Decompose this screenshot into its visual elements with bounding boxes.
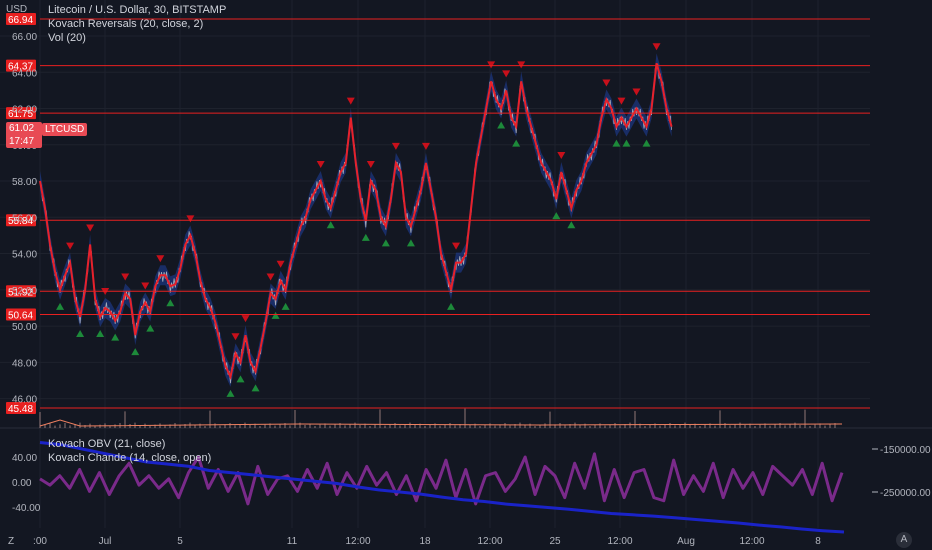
buy-marker: [166, 299, 175, 307]
y-tick-label: 66.00: [12, 32, 37, 43]
sell-marker: [602, 79, 611, 87]
sell-marker: [86, 224, 95, 232]
x-tick-label: 12:00: [345, 536, 370, 547]
sell-marker: [557, 151, 566, 159]
buy-marker: [406, 239, 415, 247]
buy-marker: [552, 212, 561, 220]
y-tick-label: 48.00: [12, 358, 37, 369]
sell-marker: [121, 273, 130, 281]
indicator-kovach-chande[interactable]: Kovach Chande (14, close, open): [48, 451, 211, 465]
symbol-badge: LTCUSD: [42, 123, 88, 136]
lower-left-tick: -40.00: [12, 503, 41, 514]
buy-marker: [612, 139, 621, 147]
chart-canvas[interactable]: 66.9464.3761.7555.8451.9250.6445.48 66.0…: [0, 0, 932, 550]
buy-marker: [622, 139, 631, 147]
sell-marker: [391, 142, 400, 150]
sell-marker: [141, 282, 150, 290]
buy-marker: [236, 375, 245, 383]
sell-marker: [241, 315, 250, 323]
sell-marker: [231, 333, 240, 341]
timezone-label[interactable]: Z: [8, 536, 14, 547]
y-tick-label: 54.00: [12, 250, 37, 261]
x-tick-label: 11: [287, 536, 298, 547]
bar-countdown: 17:47: [9, 136, 35, 147]
buy-marker: [567, 221, 576, 229]
sell-marker: [346, 97, 355, 105]
buy-marker: [271, 311, 280, 319]
buy-marker: [361, 233, 370, 241]
level-label: 66.94: [8, 15, 33, 26]
y-tick-label: 50.00: [12, 322, 37, 333]
lower-right-tick: -250000.00: [880, 488, 931, 499]
sell-marker: [517, 61, 526, 69]
x-tick-label: 5: [177, 536, 183, 547]
x-tick-label: 12:00: [739, 536, 764, 547]
lower-left-tick: 40.00: [12, 453, 37, 464]
chart-title[interactable]: Litecoin / U.S. Dollar, 30, BITSTAMP: [48, 3, 226, 17]
sell-marker: [652, 43, 661, 51]
lower-right-tick: -150000.00: [880, 445, 931, 456]
sell-marker: [452, 242, 461, 250]
price-series: [39, 62, 673, 384]
sell-marker: [617, 97, 626, 105]
y-tick-label: 46.00: [12, 395, 37, 406]
sell-marker: [186, 215, 195, 223]
buy-marker: [96, 330, 105, 338]
buy-marker: [381, 239, 390, 247]
x-tick-label: 12:00: [607, 536, 632, 547]
volume-ma: [39, 419, 843, 427]
indicator-kovach-reversals[interactable]: Kovach Reversals (20, close, 2): [48, 17, 203, 31]
buy-marker: [281, 302, 290, 310]
sell-marker: [502, 70, 511, 78]
indicator-kovach-obv[interactable]: Kovach OBV (21, close): [48, 437, 165, 451]
level-label: 50.64: [8, 310, 33, 321]
buy-marker: [642, 139, 651, 147]
buy-marker: [131, 348, 140, 356]
buy-marker: [56, 302, 65, 310]
sell-marker: [632, 88, 641, 96]
x-tick-label: :00: [33, 536, 47, 547]
y-tick-label: 64.00: [12, 68, 37, 79]
last-price-badge: 61.02 17:47: [6, 122, 42, 148]
sell-marker: [487, 61, 496, 69]
sell-marker: [316, 161, 325, 169]
x-tick-label: Jul: [99, 536, 112, 547]
price-line: [39, 63, 672, 384]
auto-scale-button[interactable]: A: [896, 532, 912, 548]
currency-label: USD: [6, 4, 28, 15]
sell-marker: [421, 142, 430, 150]
volume-series: [39, 408, 843, 428]
buy-marker: [76, 330, 85, 338]
buy-marker: [226, 389, 235, 397]
sell-marker: [66, 242, 75, 250]
y-tick-label: 58.00: [12, 177, 37, 188]
y-tick-label: 52.00: [12, 286, 37, 297]
x-tick-label: Aug: [677, 536, 695, 547]
lower-left-tick: 0.00: [12, 478, 32, 489]
sell-marker: [266, 273, 275, 281]
buy-marker: [447, 302, 456, 310]
y-tick-label: 62.00: [12, 105, 37, 116]
level-label: 45.48: [8, 404, 33, 415]
y-tick-label: 56.00: [12, 213, 37, 224]
sell-marker: [156, 255, 165, 263]
indicator-volume[interactable]: Vol (20): [48, 31, 86, 45]
buy-marker: [326, 221, 335, 229]
x-tick-label: 8: [815, 536, 821, 547]
sell-marker: [366, 161, 375, 169]
buy-marker: [512, 139, 521, 147]
x-tick-label: 12:00: [477, 536, 502, 547]
last-price-value: 61.02: [9, 123, 35, 134]
buy-marker: [251, 384, 260, 392]
x-tick-label: 18: [419, 536, 431, 547]
buy-marker: [497, 121, 506, 129]
buy-marker: [111, 333, 120, 341]
sell-marker: [276, 260, 285, 268]
x-tick-label: 25: [549, 536, 561, 547]
